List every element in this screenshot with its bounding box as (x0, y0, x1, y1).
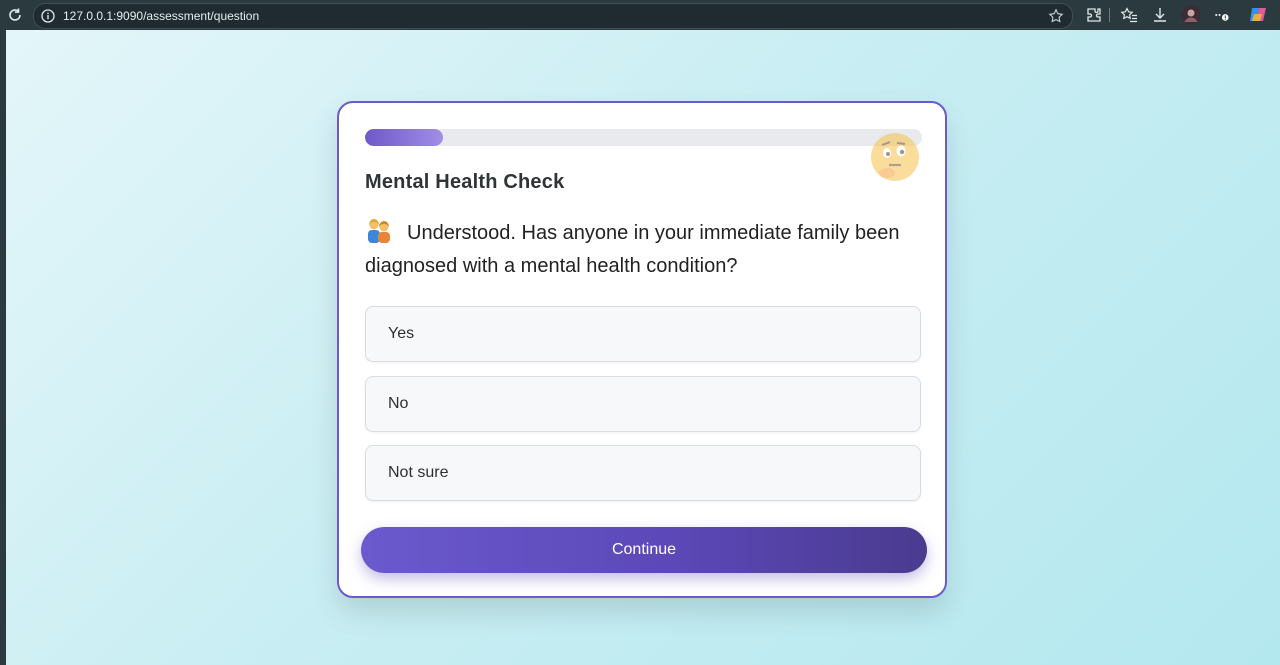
info-icon[interactable] (41, 9, 55, 23)
family-icon (368, 219, 390, 243)
assessment-card: Mental Health Check Understood. Has anyo… (337, 101, 947, 598)
more-icon[interactable] (1213, 6, 1231, 24)
progress-fill (365, 129, 443, 146)
window-edge (0, 30, 6, 665)
browser-toolbar: 127.0.0.1:9090/assessment/question (0, 0, 1280, 30)
copilot-icon[interactable] (1248, 4, 1269, 25)
progress-bar (365, 129, 922, 146)
option-yes[interactable]: Yes (365, 306, 921, 362)
continue-button[interactable]: Continue (361, 527, 927, 573)
toolbar-divider (1109, 8, 1110, 22)
question-text-container: Understood. Has anyone in your immediate… (365, 217, 910, 283)
thinking-face-icon (871, 133, 919, 181)
refresh-icon[interactable] (6, 6, 24, 24)
avatar[interactable] (1181, 5, 1201, 25)
option-label: No (388, 395, 409, 412)
option-label: Not sure (388, 464, 449, 481)
address-bar[interactable]: 127.0.0.1:9090/assessment/question (33, 3, 1073, 29)
page-background: Mental Health Check Understood. Has anyo… (0, 30, 1280, 665)
url-text[interactable]: 127.0.0.1:9090/assessment/question (63, 8, 259, 24)
option-not-sure[interactable]: Not sure (365, 445, 921, 501)
option-label: Yes (388, 325, 415, 342)
favorite-star-icon[interactable] (1048, 8, 1064, 24)
page-title: Mental Health Check (365, 171, 565, 193)
extensions-icon[interactable] (1085, 6, 1103, 24)
favorites-icon[interactable] (1120, 6, 1138, 24)
option-no[interactable]: No (365, 376, 921, 432)
question-text: Understood. Has anyone in your immediate… (365, 222, 900, 277)
download-icon[interactable] (1151, 6, 1169, 24)
